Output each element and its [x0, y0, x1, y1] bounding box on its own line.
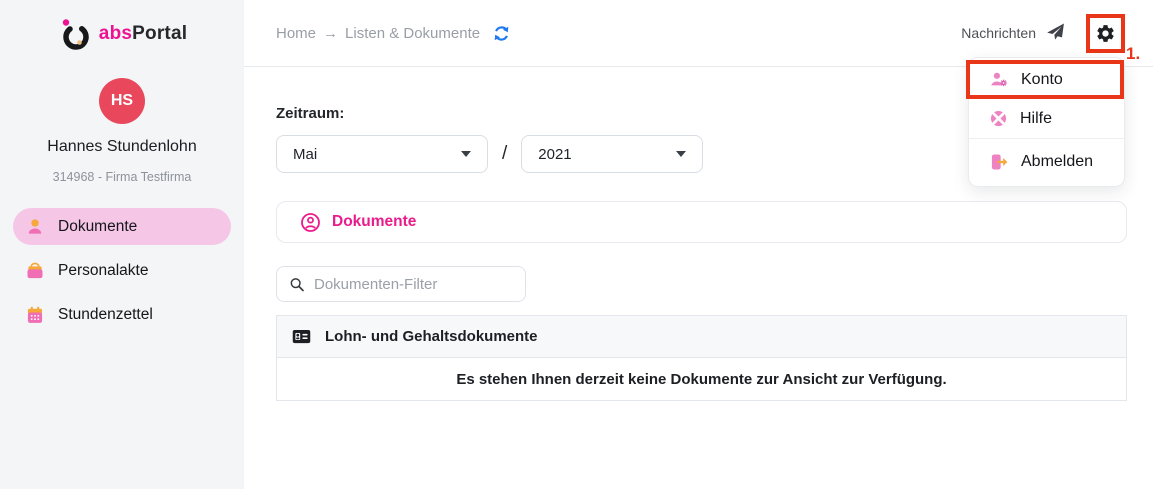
person-icon: [25, 217, 45, 237]
breadcrumb-current: Listen & Dokumente: [345, 25, 480, 42]
refresh-icon: [492, 24, 511, 43]
menu-item-label: Abmelden: [1021, 153, 1093, 171]
period-separator: /: [502, 143, 507, 165]
month-select[interactable]: Mai: [276, 135, 488, 173]
menu-item-label: Hilfe: [1020, 110, 1052, 128]
table-empty-row: Es stehen Ihnen derzeit keine Dokumente …: [277, 358, 1126, 400]
annotation-step-1: 1.: [1126, 44, 1140, 64]
gear-icon: [1095, 23, 1116, 44]
year-select-value: 2021: [538, 146, 571, 163]
sidebar-item-dokumente[interactable]: Dokumente: [13, 208, 231, 245]
sidebar-item-stundenzettel[interactable]: Stundenzettel: [13, 296, 231, 333]
chevron-down-icon: [461, 151, 471, 157]
user-menu-dropdown: Konto Hilfe Abmelden: [968, 57, 1125, 187]
abs-portal-app: absPortal HS Hannes Stundenlohn 314968 -…: [0, 0, 1153, 489]
document-filter-input[interactable]: [314, 276, 513, 293]
month-select-value: Mai: [293, 146, 317, 163]
menu-item-abmelden[interactable]: Abmelden: [969, 139, 1124, 184]
logout-icon: [989, 152, 1009, 172]
brand-logo: absPortal: [0, 0, 244, 52]
settings-gear-button[interactable]: [1086, 14, 1125, 53]
person-gear-icon: [989, 70, 1009, 90]
tab-dokumente[interactable]: Dokumente: [332, 213, 416, 231]
calendar-icon: [25, 305, 45, 325]
empty-message: Es stehen Ihnen derzeit keine Dokumente …: [456, 371, 946, 388]
sidebar-item-label: Personalakte: [58, 262, 148, 280]
id-card-icon: [291, 326, 312, 347]
briefcase-icon: [25, 261, 45, 281]
avatar: HS: [99, 78, 145, 124]
breadcrumb: Home → Listen & Dokumente: [276, 25, 480, 42]
user-name: Hannes Stundenlohn: [0, 138, 244, 156]
documents-table: Lohn- und Gehaltsdokumente Es stehen Ihn…: [276, 315, 1127, 401]
sidebar-item-label: Dokumente: [58, 218, 137, 236]
paper-plane-icon[interactable]: [1045, 22, 1067, 44]
refresh-button[interactable]: [492, 24, 511, 43]
messages-link[interactable]: Nachrichten: [961, 25, 1036, 41]
table-header-title: Lohn- und Gehaltsdokumente: [325, 328, 538, 345]
user-company: 314968 - Firma Testfirma: [0, 170, 244, 184]
document-filter-box: [276, 266, 526, 302]
person-circle-icon: [300, 212, 321, 233]
menu-item-hilfe[interactable]: Hilfe: [969, 99, 1124, 138]
breadcrumb-arrow-icon: →: [323, 25, 338, 42]
year-select[interactable]: 2021: [521, 135, 703, 173]
search-icon: [289, 276, 305, 293]
sidebar-item-label: Stundenzettel: [58, 306, 153, 324]
sidebar-item-personalakte[interactable]: Personalakte: [13, 252, 231, 289]
documents-tab-bar: Dokumente: [276, 201, 1127, 243]
breadcrumb-home[interactable]: Home: [276, 25, 316, 42]
logo-swirl-icon: [57, 16, 93, 52]
sidebar: absPortal HS Hannes Stundenlohn 314968 -…: [0, 0, 244, 489]
chevron-down-icon: [676, 151, 686, 157]
brand-name: absPortal: [99, 23, 187, 45]
sidebar-nav: Dokumente Personalakte: [0, 208, 244, 333]
menu-item-konto[interactable]: Konto: [969, 60, 1124, 99]
table-header-row: Lohn- und Gehaltsdokumente: [277, 316, 1126, 358]
menu-item-label: Konto: [1021, 71, 1063, 89]
lifebuoy-icon: [989, 109, 1008, 128]
